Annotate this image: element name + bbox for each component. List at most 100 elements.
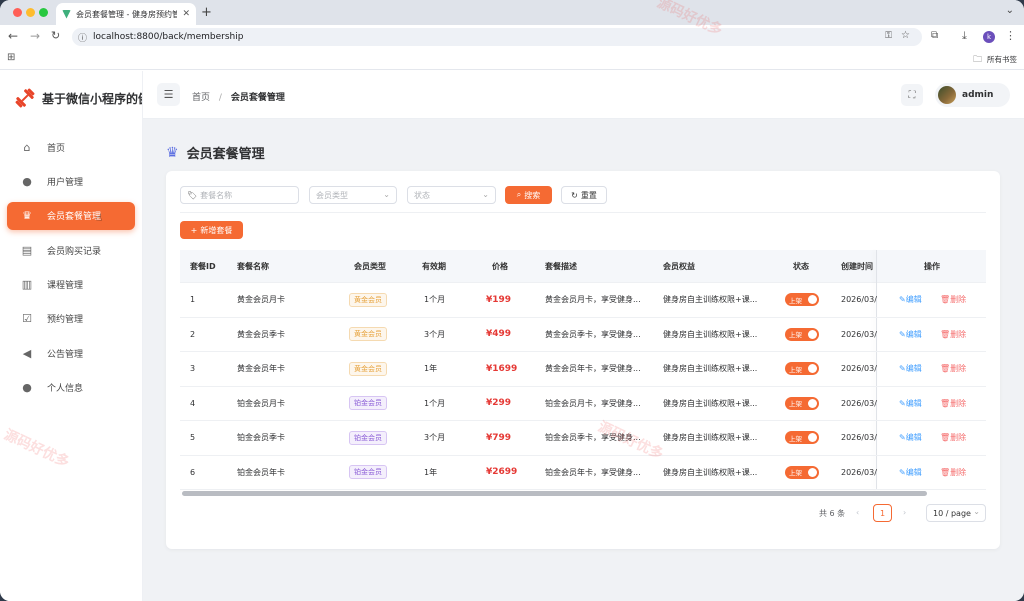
reset-button[interactable]: ↻ 重置 (561, 186, 607, 204)
menu-toggle-icon[interactable]: ☰ (157, 83, 180, 106)
edit-button[interactable]: ✎编辑 (899, 399, 922, 408)
cell-description: 铂金会员月卡，享受健身... (545, 398, 641, 408)
tab-list-chevron-icon[interactable]: ⌄ (1006, 5, 1014, 16)
edit-icon: ✎ (899, 329, 906, 339)
url-bar[interactable]: ⓘ localhost:8800/back/membership ⚿ ☆ (72, 28, 922, 46)
profile-avatar[interactable]: k (983, 31, 995, 43)
sidebar: 基于微信小程序的健 ⌂ 首页 ● 用户管理 ♛ 会员套餐管理 ▤ 会员购买记录 ▥ 课程管… (0, 71, 143, 601)
status-toggle[interactable]: 上架 (785, 293, 819, 307)
cell-created: 2026/03/ (841, 433, 877, 443)
browser-tab[interactable]: 会员套餐管理 - 健身房预约管理 ✕ (56, 3, 196, 25)
fullscreen-icon[interactable]: ⛶ (901, 84, 923, 106)
user-icon: ● (22, 381, 32, 395)
edit-button[interactable]: ✎编辑 (899, 468, 922, 477)
sidebar-item-users[interactable]: ● 用户管理 (7, 167, 135, 195)
edit-button[interactable]: ✎编辑 (899, 364, 922, 373)
table-cell: 上架 (785, 465, 819, 479)
tag-icon: 🏷 (187, 190, 198, 200)
edit-button[interactable]: ✎编辑 (899, 330, 922, 339)
edit-icon: ✎ (899, 364, 906, 374)
sidebar-item-purchase-records[interactable]: ▤ 会员购买记录 (7, 236, 135, 264)
add-package-button[interactable]: + 新增套餐 (180, 221, 243, 239)
next-page-icon[interactable]: › (903, 508, 906, 517)
table-cell: 黄金会员季卡，享受健身... (545, 329, 641, 340)
table-cell: 健身房自主训练权限+课... (663, 467, 757, 478)
download-icon[interactable]: ⤓ (962, 29, 967, 43)
breadcrumb-home[interactable]: 首页 (192, 93, 210, 103)
pagination-total: 共 6 条 (819, 509, 846, 518)
horizontal-scrollbar[interactable] (182, 491, 927, 496)
delete-button[interactable]: 🗑删除 (940, 330, 966, 339)
status-select[interactable]: 状态 ⌄ (407, 186, 496, 204)
member-type-tag: 铂金会员 (349, 396, 387, 411)
cell-rights: 健身房自主训练权限+课... (663, 433, 758, 443)
page-size-select[interactable]: 10 / page ⌄ (926, 504, 986, 522)
delete-button[interactable]: 🗑删除 (940, 399, 966, 408)
delete-button[interactable]: 🗑删除 (940, 364, 966, 373)
url-text: localhost:8800/back/membership (93, 32, 244, 42)
document-icon: ▤ (21, 243, 33, 257)
status-toggle[interactable]: 上架 (785, 327, 819, 341)
reload-icon[interactable]: ↻ (51, 29, 60, 42)
maximize-window-button[interactable] (39, 8, 48, 17)
all-bookmarks-link[interactable]: 所有书签 (987, 54, 1017, 65)
delete-button[interactable]: 🗑删除 (940, 468, 966, 477)
sidebar-item-label: 个人信息 (47, 384, 84, 395)
cell-price: ¥499 (486, 329, 512, 340)
table-row: 5 铂金会员季卡 铂金会员 3个月 ¥799 铂金会员季卡，享受健身... 健身房自主训练权… (180, 421, 986, 456)
browser-menu-icon[interactable]: ⋮ (1005, 29, 1016, 42)
site-info-icon[interactable]: ⓘ (78, 31, 87, 44)
sidebar-item-profile[interactable]: ● 个人信息 (7, 374, 135, 402)
edit-label: 编辑 (905, 433, 922, 443)
table-cell: 3个月 (424, 329, 445, 340)
edit-button[interactable]: ✎编辑 (899, 433, 922, 442)
edit-label: 编辑 (905, 364, 922, 374)
edit-button[interactable]: ✎编辑 (899, 295, 922, 304)
table-cell: 黄金会员 (349, 361, 387, 376)
chevron-down-icon: ⌄ (973, 507, 980, 516)
back-icon[interactable]: ← (8, 29, 18, 43)
status-toggle[interactable]: 上架 (785, 362, 819, 376)
table-cell: 4 (190, 399, 195, 408)
delete-button[interactable]: 🗑删除 (940, 433, 966, 442)
close-tab-icon[interactable]: ✕ (182, 9, 190, 19)
new-tab-button[interactable]: + (201, 5, 212, 20)
user-dropdown[interactable]: admin (935, 83, 1010, 107)
table-row: 1 黄金会员月卡 黄金会员 1个月 ¥199 黄金会员月卡，享受健身... 健身房自主训练权… (180, 283, 986, 318)
table-cell: 黄金会员 (349, 327, 387, 342)
bookmark-star-icon[interactable]: ☆ (901, 30, 910, 41)
apps-grid-icon[interactable]: ⊞ (7, 52, 15, 63)
prev-page-icon[interactable]: ‹ (856, 508, 859, 517)
forward-icon[interactable]: → (30, 29, 40, 43)
column-header: 套餐ID (190, 261, 216, 271)
member-type-placeholder: 会员类型 (316, 190, 348, 200)
status-toggle[interactable]: 上架 (785, 396, 819, 410)
sidebar-item-membership[interactable]: ♛ 会员套餐管理 (7, 201, 135, 230)
close-window-button[interactable] (13, 8, 22, 17)
sidebar-item-announcements[interactable]: ◀ 公告管理 (7, 339, 135, 367)
app-name: 基于微信小程序的健 (42, 91, 142, 106)
checkbox-icon: ☑ (22, 312, 32, 326)
search-button[interactable]: ⌕ 搜索 (505, 186, 552, 204)
cell-price: ¥199 (486, 294, 512, 305)
column-header: 套餐描述 (545, 261, 577, 271)
table-cell: 黄金会员年卡 (237, 363, 285, 374)
table-cell: 铂金会员 (349, 465, 387, 480)
sidebar-item-courses[interactable]: ▥ 课程管理 (7, 271, 135, 299)
status-toggle[interactable]: 上架 (785, 465, 819, 479)
table-row: 4 铂金会员月卡 铂金会员 1个月 ¥299 铂金会员月卡，享受健身... 健身房自主训练权… (180, 387, 986, 421)
extensions-icon[interactable]: ⧉ (931, 30, 938, 41)
status-toggle[interactable]: 上架 (785, 431, 819, 445)
password-key-icon[interactable]: ⚿ (885, 31, 892, 41)
user-icon: ● (22, 174, 32, 188)
delete-button[interactable]: 🗑删除 (940, 295, 966, 304)
sidebar-item-label: 用户管理 (47, 177, 84, 188)
package-name-input[interactable]: 🏷 套餐名称 (180, 186, 299, 204)
minimize-window-button[interactable] (26, 8, 35, 17)
member-type-select[interactable]: 会员类型 ⌄ (309, 186, 397, 204)
sidebar-item-bookings[interactable]: ☑ 预约管理 (7, 305, 135, 333)
sidebar-item-home[interactable]: ⌂ 首页 (7, 133, 135, 161)
cell-id: 2 (190, 329, 196, 339)
trash-icon: 🗑 (940, 398, 951, 408)
page-number-button[interactable]: 1 (873, 504, 892, 522)
